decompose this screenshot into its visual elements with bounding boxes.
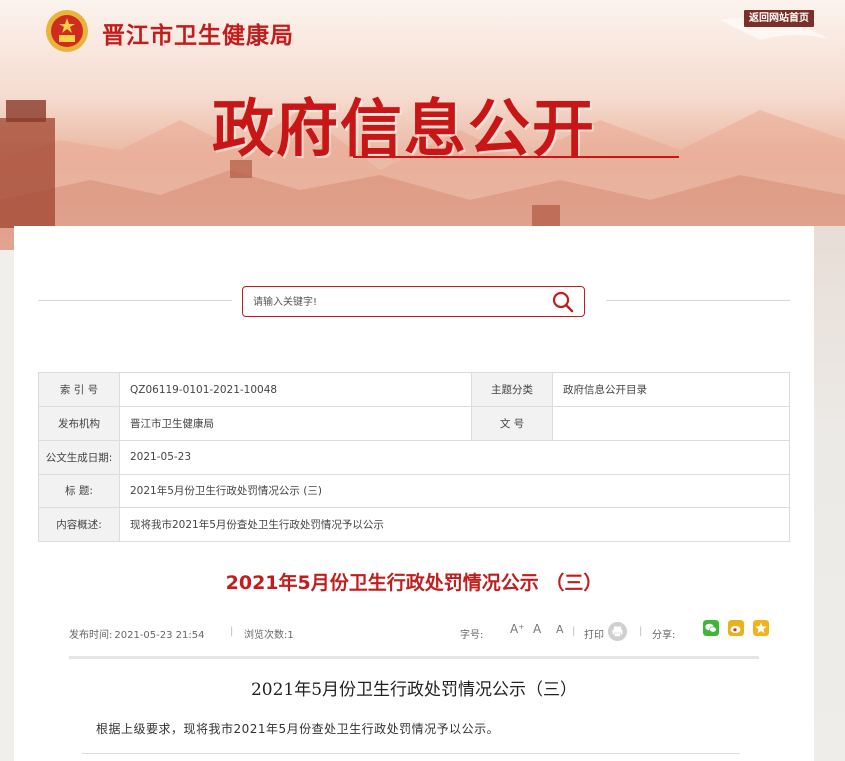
article-info-bar: 发布时间: 2021-05-23 21:54 | 浏览次数:1 字号: A⁺ A … xyxy=(69,620,769,644)
title-label: 标 题: xyxy=(38,473,120,508)
views-value: 1 xyxy=(287,630,294,641)
topic-value: 政府信息公开目录 xyxy=(552,372,790,407)
separator: | xyxy=(639,626,643,637)
divider xyxy=(69,656,759,659)
index-value: QZ06119-0101-2021-10048 xyxy=(119,372,472,407)
table-row: 标 题: 2021年5月份卫生行政处罚情况公示 (三) xyxy=(38,473,790,508)
home-link[interactable]: 返回网站首页 xyxy=(744,10,814,27)
background-right xyxy=(814,226,845,761)
date-value: 2021-05-23 xyxy=(119,440,790,475)
print-label[interactable]: 打印 xyxy=(584,626,604,641)
table-row: 索 引 号 QZ06119-0101-2021-10048 主题分类 政府信息公… xyxy=(38,372,790,407)
body-title: 2021年5月份卫生行政处罚情况公示（三） xyxy=(250,680,578,700)
summary-value: 现将我市2021年5月份查处卫生行政处罚情况予以公示 xyxy=(119,507,790,542)
topic-label: 主题分类 xyxy=(471,372,553,407)
view-count: 浏览次数:1 xyxy=(244,626,294,641)
index-label: 索 引 号 xyxy=(38,372,120,407)
banner-underline xyxy=(353,156,679,158)
font-large-button[interactable]: A⁺ xyxy=(510,622,525,636)
publish-info: 发布时间: 2021-05-23 21:54 xyxy=(69,626,205,641)
star-icon[interactable] xyxy=(753,620,769,636)
divider xyxy=(82,753,740,754)
search-box xyxy=(242,286,585,317)
weibo-icon[interactable] xyxy=(728,620,744,636)
wechat-icon[interactable] xyxy=(703,620,719,636)
docno-value xyxy=(552,406,790,441)
docno-label: 文 号 xyxy=(471,406,553,441)
share-label: 分享: xyxy=(652,630,676,641)
search-bar xyxy=(38,286,790,320)
article-title: 2021年5月份卫生行政处罚情况公示 （三） xyxy=(225,572,603,594)
summary-label: 内容概述: xyxy=(38,507,120,542)
national-emblem-logo xyxy=(46,10,88,52)
table-row: 公文生成日期: 2021-05-23 xyxy=(38,440,790,475)
metadata-table: 索 引 号 QZ06119-0101-2021-10048 主题分类 政府信息公… xyxy=(38,372,790,542)
body-paragraph: 根据上级要求，现将我市2021年5月份查处卫生行政处罚情况予以公示。 xyxy=(96,722,500,736)
publish-label: 发布时间: xyxy=(69,630,113,641)
print-icon[interactable] xyxy=(608,622,627,641)
publish-time: 2021-05-23 21:54 xyxy=(114,630,205,641)
content-card: 索 引 号 QZ06119-0101-2021-10048 主题分类 政府信息公… xyxy=(14,226,814,761)
header-banner: 晋江市卫生健康局 返回网站首页 政府信息公开 xyxy=(0,0,845,250)
search-input[interactable] xyxy=(253,294,543,310)
separator: | xyxy=(230,626,234,637)
publisher-value: 晋江市卫生健康局 xyxy=(119,406,472,441)
table-row: 发布机构 晋江市卫生健康局 文 号 xyxy=(38,406,790,441)
font-size-label: 字号: xyxy=(460,630,484,641)
title-value: 2021年5月份卫生行政处罚情况公示 (三) xyxy=(119,473,790,508)
separator: | xyxy=(572,626,576,637)
publisher-label: 发布机构 xyxy=(38,406,120,441)
views-label: 浏览次数: xyxy=(244,630,288,641)
banner-title: 政府信息公开 xyxy=(212,92,597,165)
divider xyxy=(606,300,790,301)
table-row: 内容概述: 现将我市2021年5月份查处卫生行政处罚情况予以公示 xyxy=(38,507,790,542)
search-icon[interactable] xyxy=(551,291,575,313)
date-label: 公文生成日期: xyxy=(38,440,120,475)
divider xyxy=(38,300,232,301)
font-medium-button[interactable]: A xyxy=(533,622,541,636)
font-small-button[interactable]: A xyxy=(556,623,564,636)
site-name[interactable]: 晋江市卫生健康局 xyxy=(102,16,294,50)
